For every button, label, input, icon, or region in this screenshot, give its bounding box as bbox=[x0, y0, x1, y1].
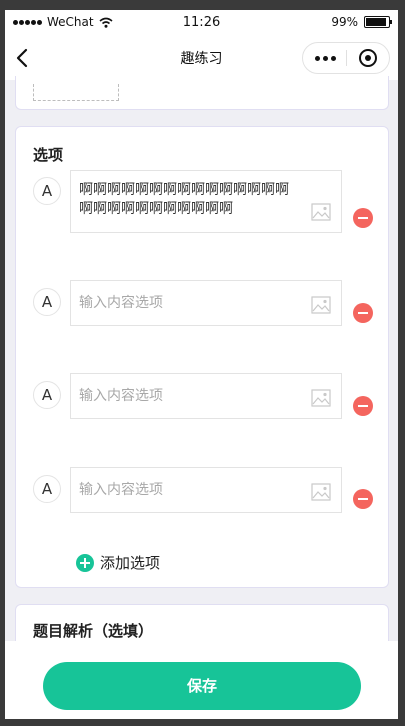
delete-option-button[interactable] bbox=[353, 303, 373, 323]
miniprogram-capsule bbox=[302, 42, 390, 74]
analysis-title: 题目解析（选填） bbox=[33, 622, 154, 640]
delete-option-button[interactable] bbox=[353, 208, 373, 228]
bottom-bar: 保存 bbox=[5, 641, 398, 719]
image-icon[interactable] bbox=[311, 483, 331, 501]
option-input[interactable]: 啊啊啊啊啊啊啊啊啊啊啊啊啊啊啊啊啊啊啊啊啊啊啊啊啊啊 bbox=[70, 170, 342, 233]
nav-bar: 趣练习 bbox=[5, 36, 398, 80]
image-icon[interactable] bbox=[311, 203, 331, 221]
add-option-label: 添加选项 bbox=[100, 554, 161, 572]
option-placeholder: 输入内容选项 bbox=[79, 482, 163, 498]
image-icon[interactable] bbox=[311, 296, 331, 314]
capsule-divider bbox=[346, 50, 347, 66]
option-input[interactable]: 输入内容选项 bbox=[70, 467, 342, 513]
option-letter: A bbox=[33, 177, 61, 205]
option-placeholder: 输入内容选项 bbox=[79, 388, 163, 404]
close-miniprogram-icon[interactable] bbox=[359, 49, 377, 67]
option-input[interactable]: 输入内容选项 bbox=[70, 280, 342, 326]
status-bar: WeChat 11:26 99% bbox=[5, 10, 398, 36]
option-placeholder: 输入内容选项 bbox=[79, 295, 163, 311]
more-options-icon[interactable] bbox=[315, 56, 336, 61]
battery-icon bbox=[364, 16, 392, 28]
save-button[interactable]: 保存 bbox=[43, 662, 361, 710]
option-input[interactable]: 输入内容选项 bbox=[70, 373, 342, 419]
option-letter: A bbox=[33, 381, 61, 409]
question-card bbox=[15, 76, 389, 110]
battery-percent: 99% bbox=[331, 15, 358, 29]
option-text: 啊啊啊啊啊啊啊啊啊啊啊啊啊啊啊啊啊啊啊啊啊啊啊啊啊啊 bbox=[79, 182, 289, 217]
status-right: 99% bbox=[331, 15, 392, 29]
option-letter: A bbox=[33, 288, 61, 316]
app-screen: WeChat 11:26 99% 趣练习 选项 A 啊啊啊啊啊啊啊啊啊啊啊啊啊啊… bbox=[5, 10, 398, 719]
option-letter: A bbox=[33, 475, 61, 503]
options-title: 选项 bbox=[33, 146, 64, 164]
image-upload-placeholder[interactable] bbox=[33, 84, 119, 101]
image-icon[interactable] bbox=[311, 389, 331, 407]
add-option-button[interactable]: 添加选项 bbox=[76, 552, 160, 573]
delete-option-button[interactable] bbox=[353, 489, 373, 509]
plus-circle-icon bbox=[76, 553, 94, 572]
delete-option-button[interactable] bbox=[353, 396, 373, 416]
options-card: 选项 A 啊啊啊啊啊啊啊啊啊啊啊啊啊啊啊啊啊啊啊啊啊啊啊啊啊啊 A 输入内容选项… bbox=[15, 126, 389, 588]
